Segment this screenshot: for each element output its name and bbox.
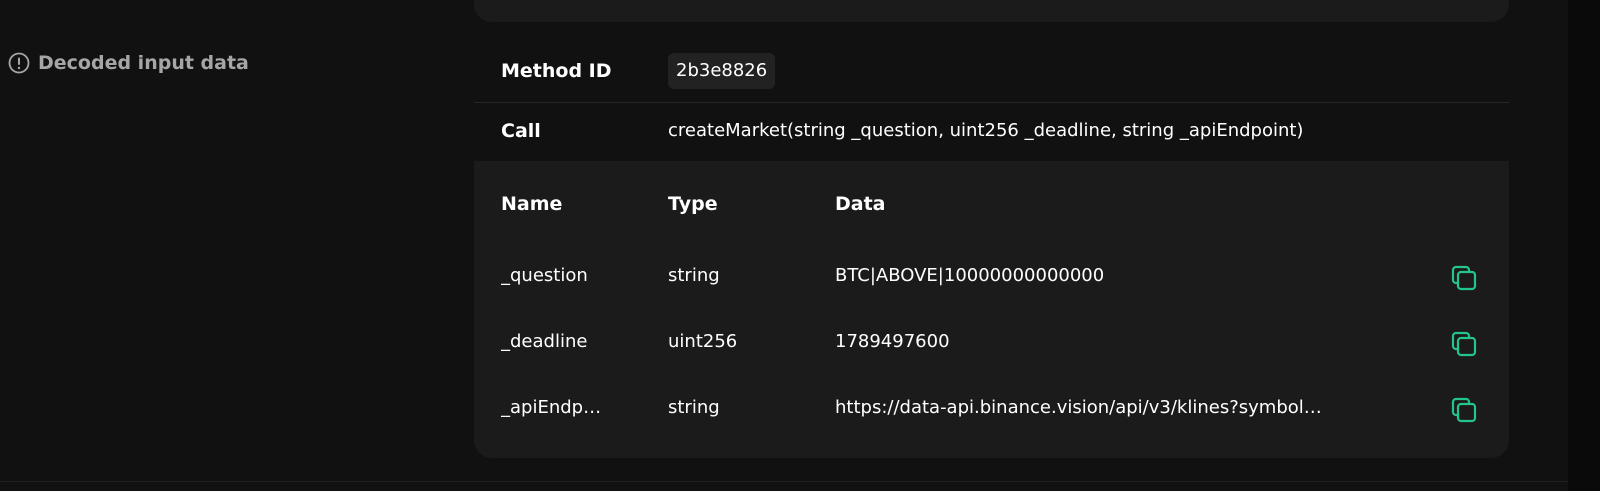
copy-icon[interactable] <box>1449 329 1479 359</box>
section-label-text: Decoded input data <box>38 52 249 74</box>
previous-section-card <box>474 0 1509 22</box>
copy-icon[interactable] <box>1449 395 1479 425</box>
table-row: _deadline uint256 1789497600 <box>474 323 1509 363</box>
column-header-name: Name <box>501 193 563 215</box>
param-data: https://data-api.binance.vision/api/v3/k… <box>835 397 1322 418</box>
param-name: _apiEndp… <box>501 397 602 418</box>
decoded-input-panel: Method ID 2b3e8826 Call createMarket(str… <box>474 44 1509 458</box>
page: Decoded input data Method ID 2b3e8826 Ca… <box>0 0 1600 491</box>
method-id-label: Method ID <box>501 60 612 82</box>
copy-icon[interactable] <box>1449 263 1479 293</box>
info-circle-icon <box>8 52 30 74</box>
call-label: Call <box>501 120 541 142</box>
params-table: Name Type Data _question string BTC|ABOV… <box>474 161 1509 458</box>
param-type: uint256 <box>668 331 738 352</box>
column-header-type: Type <box>668 193 718 215</box>
column-header-data: Data <box>835 193 886 215</box>
param-name: _deadline <box>501 331 588 352</box>
param-type: string <box>668 397 720 418</box>
param-type: string <box>668 265 720 286</box>
param-name: _question <box>501 265 588 286</box>
method-id-row: Method ID 2b3e8826 <box>474 44 1509 103</box>
table-row: _question string BTC|ABOVE|1000000000000… <box>474 257 1509 297</box>
right-edge-panel <box>1568 0 1600 491</box>
method-id-value[interactable]: 2b3e8826 <box>668 53 776 89</box>
param-data: BTC|ABOVE|10000000000000 <box>835 265 1105 286</box>
param-data: 1789497600 <box>835 331 950 352</box>
table-row: _apiEndp… string https://data-api.binanc… <box>474 389 1509 429</box>
call-row: Call createMarket(string _question, uint… <box>474 103 1509 160</box>
call-signature: createMarket(string _question, uint256 _… <box>668 120 1304 141</box>
bottom-divider <box>0 481 1568 482</box>
section-label-decoded-input: Decoded input data <box>8 52 249 74</box>
